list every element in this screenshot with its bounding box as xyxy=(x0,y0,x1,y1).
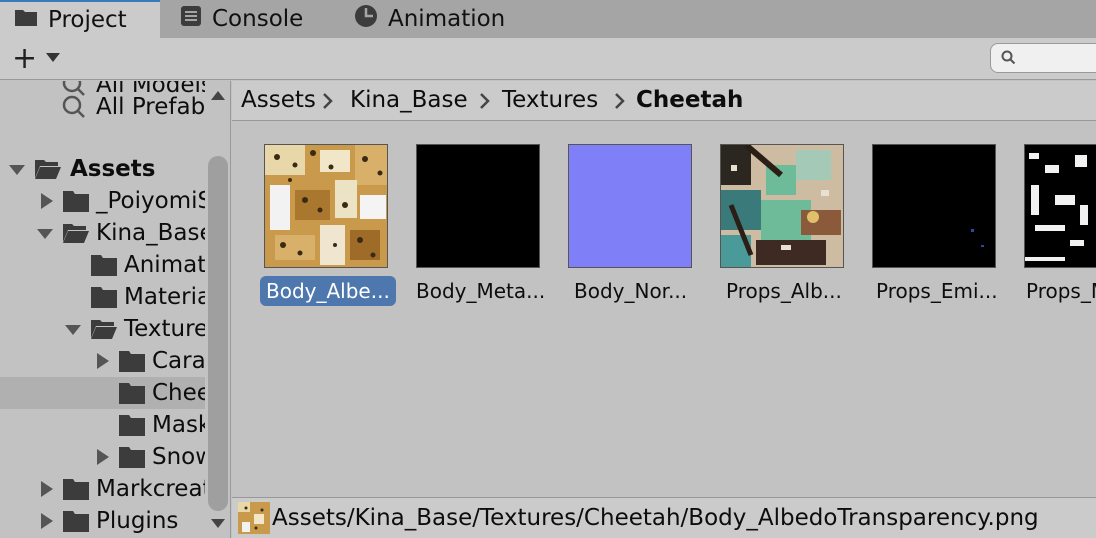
texture-thumbnail xyxy=(416,144,540,268)
asset-label: Body_Meta... xyxy=(416,279,546,303)
breadcrumb-textures[interactable]: Textures xyxy=(502,81,598,119)
open-folder-icon xyxy=(91,320,117,339)
folder-icon xyxy=(63,479,89,500)
chevron-right-icon xyxy=(323,93,333,109)
collapsed-arrow-icon[interactable] xyxy=(38,191,56,211)
breadcrumb-cheetah[interactable]: Cheetah xyxy=(636,81,743,119)
breadcrumb-kina-base[interactable]: Kina_Base xyxy=(350,81,468,119)
tree-item-assets[interactable]: Assets xyxy=(0,153,205,185)
folder-icon xyxy=(63,191,89,212)
folder-icon xyxy=(91,255,117,276)
toolbar: + xyxy=(0,38,1096,80)
folder-icon xyxy=(91,287,117,308)
scroll-down-arrow-icon[interactable] xyxy=(211,519,225,528)
folder-icon xyxy=(14,7,38,33)
expanded-arrow-icon[interactable] xyxy=(8,159,26,179)
tab-label: Console xyxy=(212,6,304,32)
tab-label: Animation xyxy=(388,6,506,32)
expanded-arrow-icon[interactable] xyxy=(64,319,82,339)
add-dropdown-arrow-icon[interactable] xyxy=(46,53,60,62)
tree-item-plugins[interactable]: Plugins xyxy=(0,505,205,537)
asset-label: Props_Emi... xyxy=(876,279,998,303)
asset-label: Body_Nor... xyxy=(574,279,688,303)
collapsed-arrow-icon[interactable] xyxy=(38,479,56,499)
texture-thumbnail xyxy=(872,144,996,268)
tree-item-mask[interactable]: Mask xyxy=(0,409,205,441)
tab-label: Project xyxy=(48,7,127,33)
asset-label: Props_Alb... xyxy=(726,279,842,303)
folder-icon xyxy=(119,351,145,372)
folder-icon xyxy=(63,511,89,532)
asset-label: Props_M xyxy=(1026,279,1096,303)
asset-label: Body_Albe... xyxy=(260,276,396,306)
tree-item-animations[interactable]: Animations xyxy=(0,249,205,281)
texture-thumbnail xyxy=(1024,144,1096,268)
expanded-arrow-icon[interactable] xyxy=(36,223,54,243)
tree-item-materials[interactable]: Materials xyxy=(0,281,205,313)
tree-item-markcreations[interactable]: Markcreations xyxy=(0,473,205,505)
tree-scrollbar[interactable] xyxy=(205,81,231,538)
open-folder-icon xyxy=(35,160,61,179)
folder-icon xyxy=(119,383,145,404)
tab-bar: Project Console Animation xyxy=(0,0,1096,38)
tree-item-all-prefabs[interactable]: All Prefabs xyxy=(0,91,205,123)
project-tree: All Models All Prefabs Assets _PoiyomiSh… xyxy=(0,81,205,538)
console-icon xyxy=(180,5,202,33)
tree-item-cheetah[interactable]: Cheetah xyxy=(0,377,205,409)
status-bar: Assets/Kina_Base/Textures/Cheetah/Body_A… xyxy=(232,497,1096,538)
scroll-up-arrow-icon[interactable] xyxy=(211,91,225,100)
breadcrumb: Assets Kina_Base Textures Cheetah xyxy=(232,81,1096,121)
chevron-right-icon xyxy=(615,93,625,109)
collapsed-arrow-icon[interactable] xyxy=(94,351,112,371)
search-field[interactable] xyxy=(990,43,1096,73)
search-icon xyxy=(1001,50,1016,65)
texture-thumbnail xyxy=(568,144,692,268)
selected-asset-thumbnail xyxy=(238,502,270,534)
clock-icon xyxy=(354,4,378,34)
tree-item-snow[interactable]: Snow xyxy=(0,441,205,473)
tab-animation[interactable]: Animation xyxy=(354,0,534,38)
collapsed-arrow-icon[interactable] xyxy=(94,447,112,467)
tree-item-poiyomi[interactable]: _PoiyomiShaders xyxy=(0,185,205,217)
breadcrumb-assets[interactable]: Assets xyxy=(241,81,316,119)
scrollbar-thumb[interactable] xyxy=(208,156,228,511)
texture-thumbnail xyxy=(720,144,844,268)
add-button[interactable]: + xyxy=(12,44,37,74)
tab-project[interactable]: Project xyxy=(0,0,160,38)
search-icon xyxy=(62,95,85,118)
open-folder-icon xyxy=(63,224,89,243)
folder-icon xyxy=(119,447,145,468)
tree-item-caracal[interactable]: Caracal xyxy=(0,345,205,377)
folder-icon xyxy=(119,415,145,436)
tree-item-textures[interactable]: Textures xyxy=(0,313,205,345)
tab-console[interactable]: Console xyxy=(180,0,340,38)
chevron-right-icon xyxy=(480,93,490,109)
tree-item-kina-base[interactable]: Kina_Base xyxy=(0,217,205,249)
selected-asset-path: Assets/Kina_Base/Textures/Cheetah/Body_A… xyxy=(272,505,1039,531)
collapsed-arrow-icon[interactable] xyxy=(38,511,56,531)
texture-thumbnail xyxy=(264,144,388,268)
asset-grid: Body_Albe... Body_Meta... Body_Nor... Pr… xyxy=(232,122,1096,496)
